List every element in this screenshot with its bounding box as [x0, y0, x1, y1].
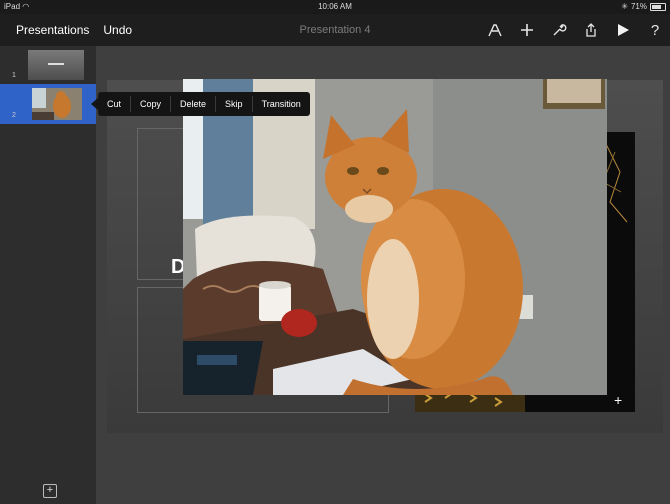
slide-navigator: 1 2 +	[0, 46, 96, 504]
tools-wrench-icon[interactable]	[550, 21, 568, 39]
cat-photo[interactable]	[183, 79, 607, 395]
slide-context-menu: Cut Copy Delete Skip Transition	[91, 92, 310, 116]
toolbar: Presentations Undo Presentation 4 ?	[0, 14, 670, 46]
battery-status: ✳ 71%	[621, 0, 666, 14]
delete-menu-item[interactable]: Delete	[171, 92, 215, 116]
format-brush-icon[interactable]	[486, 21, 504, 39]
help-icon[interactable]: ?	[646, 21, 664, 39]
share-icon[interactable]	[582, 21, 600, 39]
cut-menu-item[interactable]: Cut	[98, 92, 130, 116]
slide-thumbnail-1[interactable]	[28, 50, 84, 80]
transition-menu-item[interactable]: Transition	[253, 92, 310, 116]
battery-icon	[650, 3, 666, 11]
copy-menu-item[interactable]: Copy	[131, 92, 170, 116]
status-bar: iPad ◠ 10:06 AM ✳ 71%	[0, 0, 670, 14]
undo-button[interactable]: Undo	[103, 23, 132, 37]
skip-menu-item[interactable]: Skip	[216, 92, 252, 116]
add-media-icon[interactable]: +	[614, 392, 622, 408]
slide-number: 1	[12, 72, 16, 79]
slide-thumbnail-2[interactable]	[32, 88, 82, 120]
clock: 10:06 AM	[318, 2, 352, 11]
play-icon[interactable]	[614, 21, 632, 39]
add-slide-button[interactable]: +	[43, 484, 57, 498]
presentations-button[interactable]: Presentations	[16, 23, 89, 37]
add-icon[interactable]	[518, 21, 536, 39]
bluetooth-icon: ✳	[621, 2, 628, 11]
slide-number: 2	[12, 112, 16, 119]
